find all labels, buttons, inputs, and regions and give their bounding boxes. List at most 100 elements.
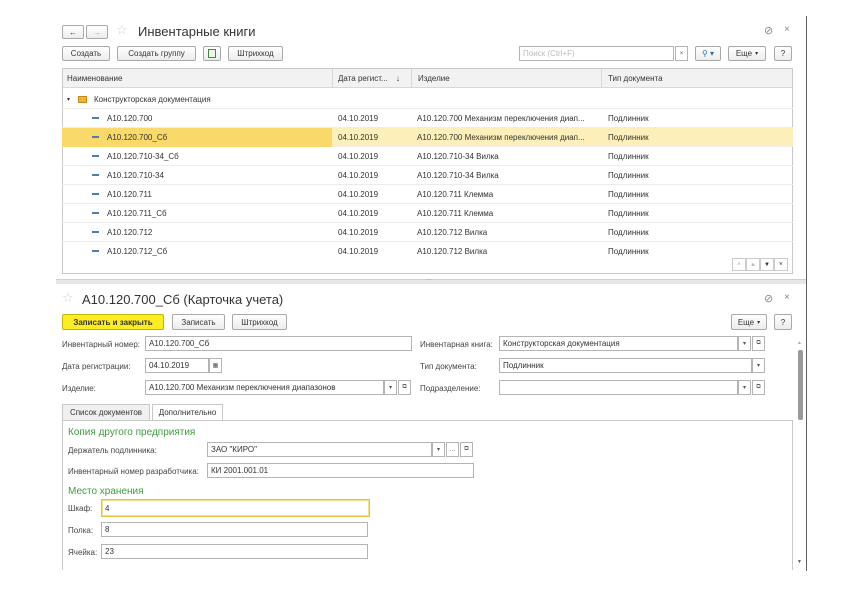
- item-icon: [92, 212, 99, 214]
- row-name: А10.120.712: [107, 228, 153, 237]
- holder-select-button[interactable]: …: [446, 442, 459, 457]
- search-clear-button[interactable]: ×: [675, 46, 688, 61]
- card-help-button[interactable]: ?: [774, 314, 792, 330]
- table-row[interactable]: А10.120.700 04.10.2019 А10.120.700 Механ…: [62, 109, 793, 128]
- save-and-close-button[interactable]: Записать и закрыть: [62, 314, 164, 330]
- save-button[interactable]: Записать: [172, 314, 225, 330]
- scroll-up-arrow-icon[interactable]: ▲: [797, 340, 802, 346]
- item-icon: [92, 231, 99, 233]
- row-type: Подлинник: [608, 190, 649, 199]
- holder-field[interactable]: ЗАО "КИРО": [207, 442, 432, 457]
- list-more-button[interactable]: Еще ▾: [728, 46, 766, 61]
- row-type: Подлинник: [608, 171, 649, 180]
- chevron-down-icon: ▾: [755, 51, 759, 57]
- card-more-button[interactable]: Еще ▾: [731, 314, 767, 330]
- card-scrollbar[interactable]: ▲ ▼: [797, 340, 804, 565]
- table-row[interactable]: А10.120.710-34 04.10.2019 А10.120.710-34…: [62, 166, 793, 185]
- scroll-bottom-button[interactable]: ⩛: [774, 258, 788, 271]
- column-divider: [601, 69, 602, 88]
- row-name: А10.120.700: [107, 114, 153, 123]
- tab-additional[interactable]: Дополнительно: [152, 404, 223, 421]
- item-icon: [92, 174, 99, 176]
- table-row[interactable]: А10.120.712 04.10.2019 А10.120.712 Вилка…: [62, 223, 793, 242]
- search-input[interactable]: Поиск (Ctrl+F): [519, 46, 674, 61]
- cabinet-label: Шкаф:: [68, 504, 93, 513]
- inv-number-field[interactable]: А10.120.700_Сб: [145, 336, 412, 351]
- chevron-down-icon: ▾: [388, 385, 392, 391]
- card-favorite-star-icon[interactable]: ☆: [62, 290, 74, 306]
- scroll-thumb[interactable]: [798, 350, 803, 420]
- copy-button[interactable]: [203, 46, 221, 61]
- card-close-icon[interactable]: ×: [784, 292, 790, 303]
- inv-book-field[interactable]: Конструкторская документация: [499, 336, 738, 351]
- list-help-button[interactable]: ?: [774, 46, 792, 61]
- more-label: Еще: [737, 317, 755, 327]
- inv-book-open-button[interactable]: ⧉: [752, 336, 765, 351]
- forward-button[interactable]: →: [86, 25, 108, 39]
- favorite-star-icon[interactable]: ☆: [116, 22, 128, 38]
- chevron-down-icon: ▾: [742, 385, 746, 391]
- doc-type-field[interactable]: Подлинник: [499, 358, 752, 373]
- card-title: А10.120.700_Сб (Карточка учета): [82, 292, 284, 307]
- dev-number-field[interactable]: КИ 2001.001.01: [207, 463, 474, 478]
- item-icon: [92, 117, 99, 119]
- scroll-down-button[interactable]: ▼: [760, 258, 774, 271]
- open-icon: ⧉: [756, 340, 761, 346]
- row-type: Подлинник: [608, 133, 649, 142]
- item-icon: [92, 155, 99, 157]
- clear-icon: ×: [679, 50, 684, 57]
- link-icon[interactable]: ⊘: [764, 24, 773, 37]
- barcode-button[interactable]: Штрихкод: [228, 46, 283, 61]
- row-product: А10.120.711 Клемма: [417, 209, 494, 218]
- tab-documents-list[interactable]: Список документов: [62, 404, 150, 421]
- product-dropdown[interactable]: ▾: [384, 380, 397, 395]
- collapse-triangle-icon[interactable]: ▾: [67, 90, 70, 109]
- cabinet-field[interactable]: 4: [101, 499, 370, 517]
- splitter[interactable]: ...: [56, 275, 806, 284]
- table-row[interactable]: А10.120.712_Сб 04.10.2019 А10.120.712 Ви…: [62, 242, 793, 256]
- create-group-button[interactable]: Создать группу: [117, 46, 196, 61]
- row-date: 04.10.2019: [338, 114, 379, 123]
- column-header-product[interactable]: Изделие: [418, 74, 450, 83]
- division-dropdown[interactable]: ▾: [738, 380, 751, 395]
- group-row[interactable]: ▾ Конструкторская документация: [62, 90, 793, 109]
- reg-date-field[interactable]: 04.10.2019: [145, 358, 209, 373]
- calendar-button[interactable]: ▦: [209, 358, 222, 373]
- division-open-button[interactable]: ⧉: [752, 380, 765, 395]
- column-header-doc-type[interactable]: Тип документа: [608, 74, 663, 83]
- inv-book-dropdown[interactable]: ▾: [738, 336, 751, 351]
- scroll-up-button[interactable]: ▲: [746, 258, 760, 271]
- doc-type-dropdown[interactable]: ▾: [752, 358, 765, 373]
- holder-dropdown[interactable]: ▾: [432, 442, 445, 457]
- scroll-down-arrow-icon[interactable]: ▼: [797, 559, 802, 565]
- open-icon: ⧉: [756, 384, 761, 390]
- column-header-name[interactable]: Наименование: [67, 74, 122, 83]
- back-button[interactable]: ←: [62, 25, 84, 39]
- scroll-top-button[interactable]: ⩚: [732, 258, 746, 271]
- storage-section-header: Место хранения: [68, 486, 144, 497]
- row-date: 04.10.2019: [338, 247, 379, 256]
- item-icon: [92, 193, 99, 195]
- product-open-button[interactable]: ⧉: [398, 380, 411, 395]
- table-row-selected[interactable]: А10.120.700_Сб 04.10.2019 А10.120.700 Ме…: [62, 128, 793, 147]
- row-product: А10.120.710-34 Вилка: [417, 152, 499, 161]
- shelf-field[interactable]: 8: [101, 522, 368, 537]
- table-row[interactable]: А10.120.710-34_Сб 04.10.2019 А10.120.710…: [62, 147, 793, 166]
- create-button[interactable]: Создать: [62, 46, 110, 61]
- row-type: Подлинник: [608, 114, 649, 123]
- card-link-icon[interactable]: ⊘: [764, 292, 773, 305]
- row-product: А10.120.712 Вилка: [417, 228, 488, 237]
- table-row[interactable]: А10.120.711 04.10.2019 А10.120.711 Клемм…: [62, 185, 793, 204]
- chevron-down-icon: ▾: [436, 447, 440, 453]
- close-icon[interactable]: ×: [784, 24, 790, 35]
- row-type: Подлинник: [608, 228, 649, 237]
- search-button[interactable]: ⚲ ▾: [695, 46, 721, 61]
- cell-field[interactable]: 23: [101, 544, 368, 559]
- card-barcode-button[interactable]: Штрихкод: [232, 314, 287, 330]
- division-field[interactable]: [499, 380, 738, 395]
- table-row[interactable]: А10.120.711_Сб 04.10.2019 А10.120.711 Кл…: [62, 204, 793, 223]
- product-field[interactable]: А10.120.700 Механизм переключения диапаз…: [145, 380, 384, 395]
- holder-open-button[interactable]: ⧉: [460, 442, 473, 457]
- column-header-date[interactable]: Дата регист... ↓: [338, 74, 400, 83]
- row-date: 04.10.2019: [338, 152, 379, 161]
